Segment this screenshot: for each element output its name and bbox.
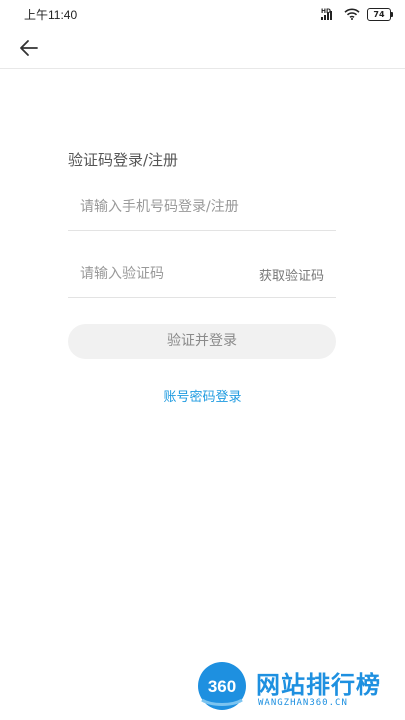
password-login-link[interactable]: 账号密码登录: [0, 386, 405, 405]
login-title: 验证码登录/注册: [68, 151, 179, 169]
back-button[interactable]: [16, 36, 42, 60]
logo-360-icon: 360: [198, 662, 246, 710]
status-icons: HD 74: [321, 7, 393, 21]
verification-code-input[interactable]: [80, 253, 250, 295]
phone-field: [68, 186, 336, 231]
status-bar: 上午11:40 HD 74: [0, 0, 405, 28]
watermark-name: 网站排行榜: [256, 671, 381, 699]
nav-bar: [0, 28, 405, 69]
battery-icon: 74: [367, 7, 393, 21]
status-time: 上午11:40: [24, 8, 78, 22]
logo-text: 360: [208, 677, 236, 696]
get-code-button[interactable]: 获取验证码: [259, 265, 324, 284]
verify-login-button[interactable]: 验证并登录: [68, 324, 336, 359]
watermark: 360 网站排行榜 WANGZHAN360.CN: [196, 660, 401, 718]
arrow-left-icon: [20, 40, 38, 56]
signal-icon: HD: [321, 8, 337, 20]
code-field: 获取验证码: [68, 253, 336, 298]
wifi-icon: [344, 8, 360, 20]
watermark-sub: WANGZHAN360.CN: [258, 698, 348, 708]
phone-input[interactable]: [80, 186, 330, 228]
